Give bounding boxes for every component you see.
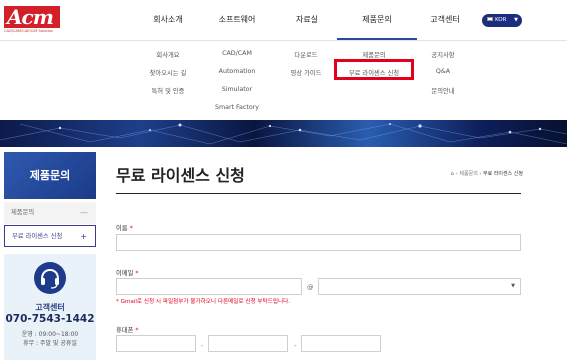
customer-center-phone: 070-7543-1442 xyxy=(5,313,95,325)
logo-mark: Acm xyxy=(4,6,60,28)
language-selector[interactable]: KOR ▼ xyxy=(482,14,522,27)
side-item-product-inquiry[interactable]: 제품문의 — xyxy=(4,202,96,224)
network-pattern xyxy=(0,123,567,145)
email-notice: * Gmail로 신청 시 파일첨부가 불가하오니 다른메일로 신청 부탁드립니… xyxy=(116,299,291,305)
submenu-directions[interactable]: 찾아오시는 길 xyxy=(150,68,187,77)
collapse-icon: — xyxy=(80,208,88,217)
breadcrumb-sep: › xyxy=(455,171,458,177)
phone-part3-input[interactable] xyxy=(301,335,381,352)
name-label-text: 이름 xyxy=(116,225,128,232)
phone-part2-input[interactable] xyxy=(208,335,288,352)
gnb-company[interactable]: 회사소개 xyxy=(148,0,188,40)
submenu-smart-factory[interactable]: Smart Factory xyxy=(215,104,259,111)
phone-label-text: 휴대폰 xyxy=(116,327,134,334)
submenu-contact-guide[interactable]: 문의안내 xyxy=(431,86,454,95)
breadcrumb-sep: › xyxy=(479,171,482,177)
required-mark: * xyxy=(135,270,139,277)
phone-label: 휴대폰 * xyxy=(116,325,139,334)
name-input[interactable] xyxy=(116,234,521,251)
plus-icon: + xyxy=(80,232,87,241)
email-label-text: 이메일 xyxy=(116,270,134,277)
home-icon[interactable]: ⌂ xyxy=(451,171,454,177)
submenu-patents[interactable]: 특허 및 인증 xyxy=(152,86,185,95)
submenu-cadcam[interactable]: CAD/CAM xyxy=(222,50,252,57)
gnb-support[interactable]: 고객센터 xyxy=(425,0,465,40)
customer-center-holidays: 휴무 : 주말 및 공휴일 xyxy=(23,340,77,347)
breadcrumb: ⌂ › 제품문의 › 무료 라이센스 신청 xyxy=(451,170,523,177)
customer-center-box: 고객센터 070-7543-1442 운영 : 09:00~18:00 휴무 :… xyxy=(4,254,96,360)
language-label: KOR xyxy=(495,17,507,23)
email-local-input[interactable] xyxy=(116,278,302,295)
customer-center-hours: 운영 : 09:00~18:00 xyxy=(21,331,79,338)
submenu-automation[interactable]: Automation xyxy=(219,68,256,75)
title-divider xyxy=(116,193,521,194)
company-logo[interactable]: Acm CAD/CAM/CAE/CIM Solution xyxy=(4,6,60,36)
hero-banner xyxy=(0,120,567,147)
phone-part1-input[interactable] xyxy=(116,335,196,352)
page-title: 무료 라이센스 신청 xyxy=(116,166,245,185)
phone-dash: - xyxy=(201,342,204,350)
dropdown-arrow-icon: ▼ xyxy=(511,283,515,289)
customer-center-title: 고객센터 xyxy=(35,303,65,312)
breadcrumb-current: 무료 라이센스 신청 xyxy=(483,171,523,177)
chevron-down-icon: ▼ xyxy=(514,17,518,23)
email-at-sign: @ xyxy=(307,283,314,291)
phone-dash: - xyxy=(294,342,297,350)
submenu-simulator[interactable]: Simulator xyxy=(222,86,252,93)
gnb-resources[interactable]: 자료실 xyxy=(292,0,322,40)
side-item-label: 무료 라이센스 신청 xyxy=(12,233,63,240)
submenu-company-overview[interactable]: 회사개요 xyxy=(156,50,179,59)
breadcrumb-parent[interactable]: 제품문의 xyxy=(459,171,477,177)
gnb-software[interactable]: 소프트웨어 xyxy=(214,0,260,40)
highlight-box xyxy=(334,59,414,80)
side-item-free-license[interactable]: 무료 라이센스 신청 + xyxy=(4,225,96,247)
headset-icon xyxy=(34,262,66,294)
korea-flag-icon xyxy=(487,16,493,21)
email-label: 이메일 * xyxy=(116,268,139,277)
submenu-notice[interactable]: 공지사항 xyxy=(431,50,454,59)
header-divider xyxy=(0,40,567,41)
submenu-download[interactable]: 다운로드 xyxy=(294,50,317,59)
side-nav-title: 제품문의 xyxy=(4,152,96,199)
submenu-qna[interactable]: Q&A xyxy=(436,68,450,75)
required-mark: * xyxy=(135,327,139,334)
side-item-label: 제품문의 xyxy=(11,209,35,216)
gnb-inquiry[interactable]: 제품문의 xyxy=(357,0,397,40)
logo-tagline: CAD/CAM/CAE/CIM Solution xyxy=(4,29,54,33)
submenu-product-inquiry[interactable]: 제품문의 xyxy=(362,50,385,59)
name-label: 이름 * xyxy=(116,223,133,232)
submenu-video-guide[interactable]: 영상 가이드 xyxy=(291,68,322,77)
required-mark: * xyxy=(129,225,133,232)
email-domain-select[interactable]: ▼ xyxy=(318,278,521,295)
